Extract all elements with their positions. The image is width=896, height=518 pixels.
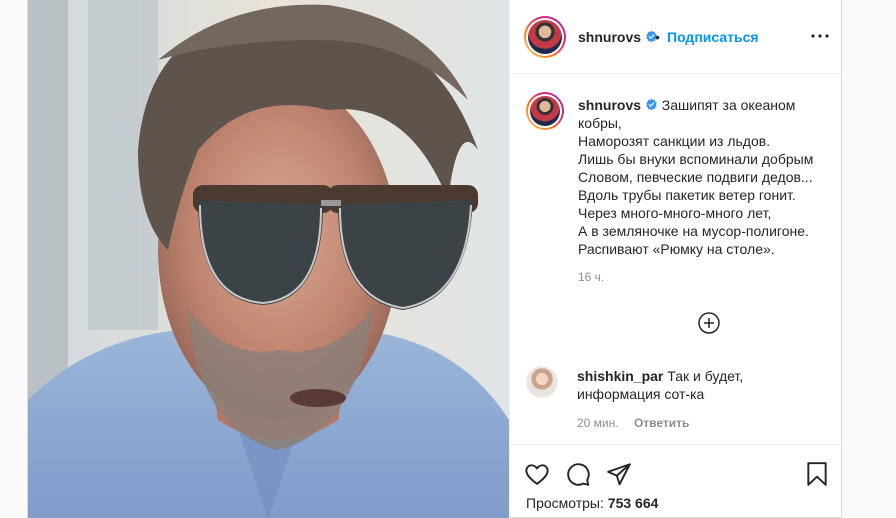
views-label: Просмотры: bbox=[526, 495, 604, 511]
plus-circle-icon[interactable] bbox=[698, 312, 720, 334]
caption-line: Словом, певческие подвиги дедов... bbox=[578, 169, 813, 185]
paper-plane-icon[interactable] bbox=[606, 461, 632, 487]
heart-icon[interactable] bbox=[524, 461, 550, 487]
caption-author-username[interactable]: shnurovs bbox=[578, 97, 641, 113]
instagram-post: shnurovs • Подписаться shnurovs Зашипят … bbox=[27, 0, 844, 518]
caption-line-text: Зашипят за океаном bbox=[661, 97, 796, 113]
caption-author-avatar[interactable] bbox=[526, 92, 564, 130]
author-name-block: shnurovs bbox=[578, 29, 658, 47]
caption-line: А в земляночке на мусор-полигоне. bbox=[578, 223, 809, 239]
caption-line: Распивают «Рюмку на столе». bbox=[578, 241, 775, 257]
caption-line: shnurovs Зашипят за океаном bbox=[578, 96, 840, 114]
caption-text: shnurovs Зашипят за океаном кобры, Намор… bbox=[578, 96, 840, 258]
header-separator: • bbox=[655, 29, 660, 45]
views-count: Просмотры: 753 664 bbox=[526, 495, 658, 511]
caption-line: Через много-много-много лет, bbox=[578, 205, 772, 221]
post-header: shnurovs • Подписаться bbox=[510, 0, 844, 74]
caption-line: Лишь бы внуки вспоминали добрым bbox=[578, 151, 814, 167]
more-options-icon[interactable] bbox=[810, 28, 830, 44]
comment-text: shishkin_par Так и будет, информация сот… bbox=[577, 367, 827, 403]
comment-timestamp[interactable]: 20 мин. bbox=[577, 416, 619, 430]
verified-badge-icon bbox=[646, 98, 657, 111]
caption-line: кобры, bbox=[578, 115, 622, 131]
comment-body-line2: информация сот-ка bbox=[577, 386, 705, 402]
caption-line: Вдоль трубы пакетик ветер гонит. bbox=[578, 187, 796, 203]
reply-button[interactable]: Ответить bbox=[634, 416, 689, 430]
post-video[interactable] bbox=[28, 0, 509, 518]
video-frame bbox=[28, 0, 509, 518]
caption-line: Наморозят санкции из льдов. bbox=[578, 133, 771, 149]
follow-button[interactable]: Подписаться bbox=[667, 29, 759, 45]
post-sidebar: shnurovs • Подписаться shnurovs Зашипят … bbox=[509, 0, 844, 518]
bookmark-icon[interactable] bbox=[804, 461, 830, 487]
commenter-username[interactable]: shishkin_par bbox=[577, 368, 663, 384]
post-actions: Просмотры: 753 664 bbox=[510, 444, 844, 518]
caption-timestamp[interactable]: 16 ч. bbox=[578, 270, 604, 284]
commenter-avatar[interactable] bbox=[526, 366, 558, 398]
comment-body-line1: Так и будет, bbox=[667, 368, 744, 384]
views-value: 753 664 bbox=[607, 495, 659, 511]
comment-bubble-icon[interactable] bbox=[565, 461, 591, 487]
author-username[interactable]: shnurovs bbox=[578, 29, 641, 45]
author-avatar[interactable] bbox=[524, 16, 566, 58]
comment-meta: 20 мин. Ответить bbox=[577, 416, 689, 430]
